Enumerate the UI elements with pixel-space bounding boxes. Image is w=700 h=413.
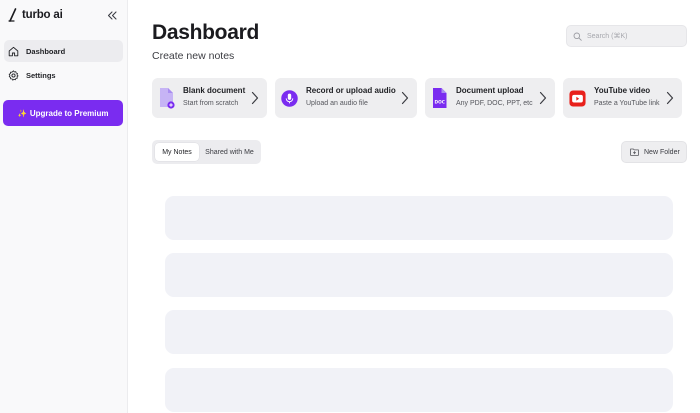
new-folder-label: New Folder xyxy=(644,148,680,156)
youtube-video-card[interactable]: YouTube video Paste a YouTube link xyxy=(563,78,682,118)
sidebar-item-label: Dashboard xyxy=(26,46,66,56)
card-description: Paste a YouTube link xyxy=(594,100,660,107)
card-title: Blank document xyxy=(183,86,246,95)
tab-shared-with-me[interactable]: Shared with Me xyxy=(201,143,258,161)
chevron-right-icon xyxy=(539,91,547,105)
page-title: Dashboard xyxy=(152,21,259,44)
chevron-right-icon xyxy=(401,91,409,105)
search-placeholder: Search (⌘K) xyxy=(587,33,628,40)
card-description: Upload an audio file xyxy=(306,100,368,107)
brand[interactable]: turbo ai xyxy=(7,8,63,22)
collapse-sidebar-button[interactable] xyxy=(106,9,118,21)
youtube-icon xyxy=(569,87,586,109)
svg-text:DOC: DOC xyxy=(435,100,445,106)
document-upload-icon: DOC xyxy=(431,87,448,109)
sidebar: turbo ai Dashboard Settings ✨ Upgrade to… xyxy=(0,0,128,413)
card-description: Any PDF, DOC, PPT, etc xyxy=(456,100,533,107)
new-folder-button[interactable]: New Folder xyxy=(621,141,687,163)
note-skeleton xyxy=(165,310,673,354)
note-skeleton xyxy=(165,368,673,412)
card-description: Start from scratch xyxy=(183,100,239,107)
search-input[interactable]: Search (⌘K) xyxy=(566,25,687,47)
home-icon xyxy=(8,46,19,57)
microphone-icon xyxy=(281,87,298,109)
sparkle-icon: ✨ xyxy=(17,108,27,118)
blank-document-card[interactable]: Blank document Start from scratch xyxy=(152,78,267,118)
notes-tabs: My Notes Shared with Me xyxy=(152,140,261,164)
upgrade-label: Upgrade to Premium xyxy=(29,108,109,118)
record-audio-card[interactable]: Record or upload audio Upload an audio f… xyxy=(275,78,417,118)
turbo-logo-icon xyxy=(8,8,17,22)
card-title: Document upload xyxy=(456,86,524,95)
note-skeleton xyxy=(165,196,673,240)
page-subtitle: Create new notes xyxy=(152,50,235,62)
tab-my-notes[interactable]: My Notes xyxy=(155,143,199,161)
sidebar-item-settings[interactable]: Settings xyxy=(4,64,123,86)
sidebar-item-dashboard[interactable]: Dashboard xyxy=(4,40,123,62)
gear-icon xyxy=(8,69,19,81)
blank-document-icon xyxy=(158,87,175,109)
note-skeleton xyxy=(165,253,673,297)
search-icon xyxy=(573,32,582,41)
folder-plus-icon xyxy=(630,148,639,156)
sidebar-item-label: Settings xyxy=(26,70,56,80)
upgrade-to-premium-button[interactable]: ✨ Upgrade to Premium xyxy=(3,100,123,126)
brand-name: turbo ai xyxy=(22,9,63,21)
card-title: Record or upload audio xyxy=(306,86,396,95)
double-chevron-left-icon xyxy=(107,10,117,20)
card-title: YouTube video xyxy=(594,86,651,95)
document-upload-card[interactable]: DOC Document upload Any PDF, DOC, PPT, e… xyxy=(425,78,555,118)
chevron-right-icon xyxy=(666,91,674,105)
chevron-right-icon xyxy=(251,91,259,105)
